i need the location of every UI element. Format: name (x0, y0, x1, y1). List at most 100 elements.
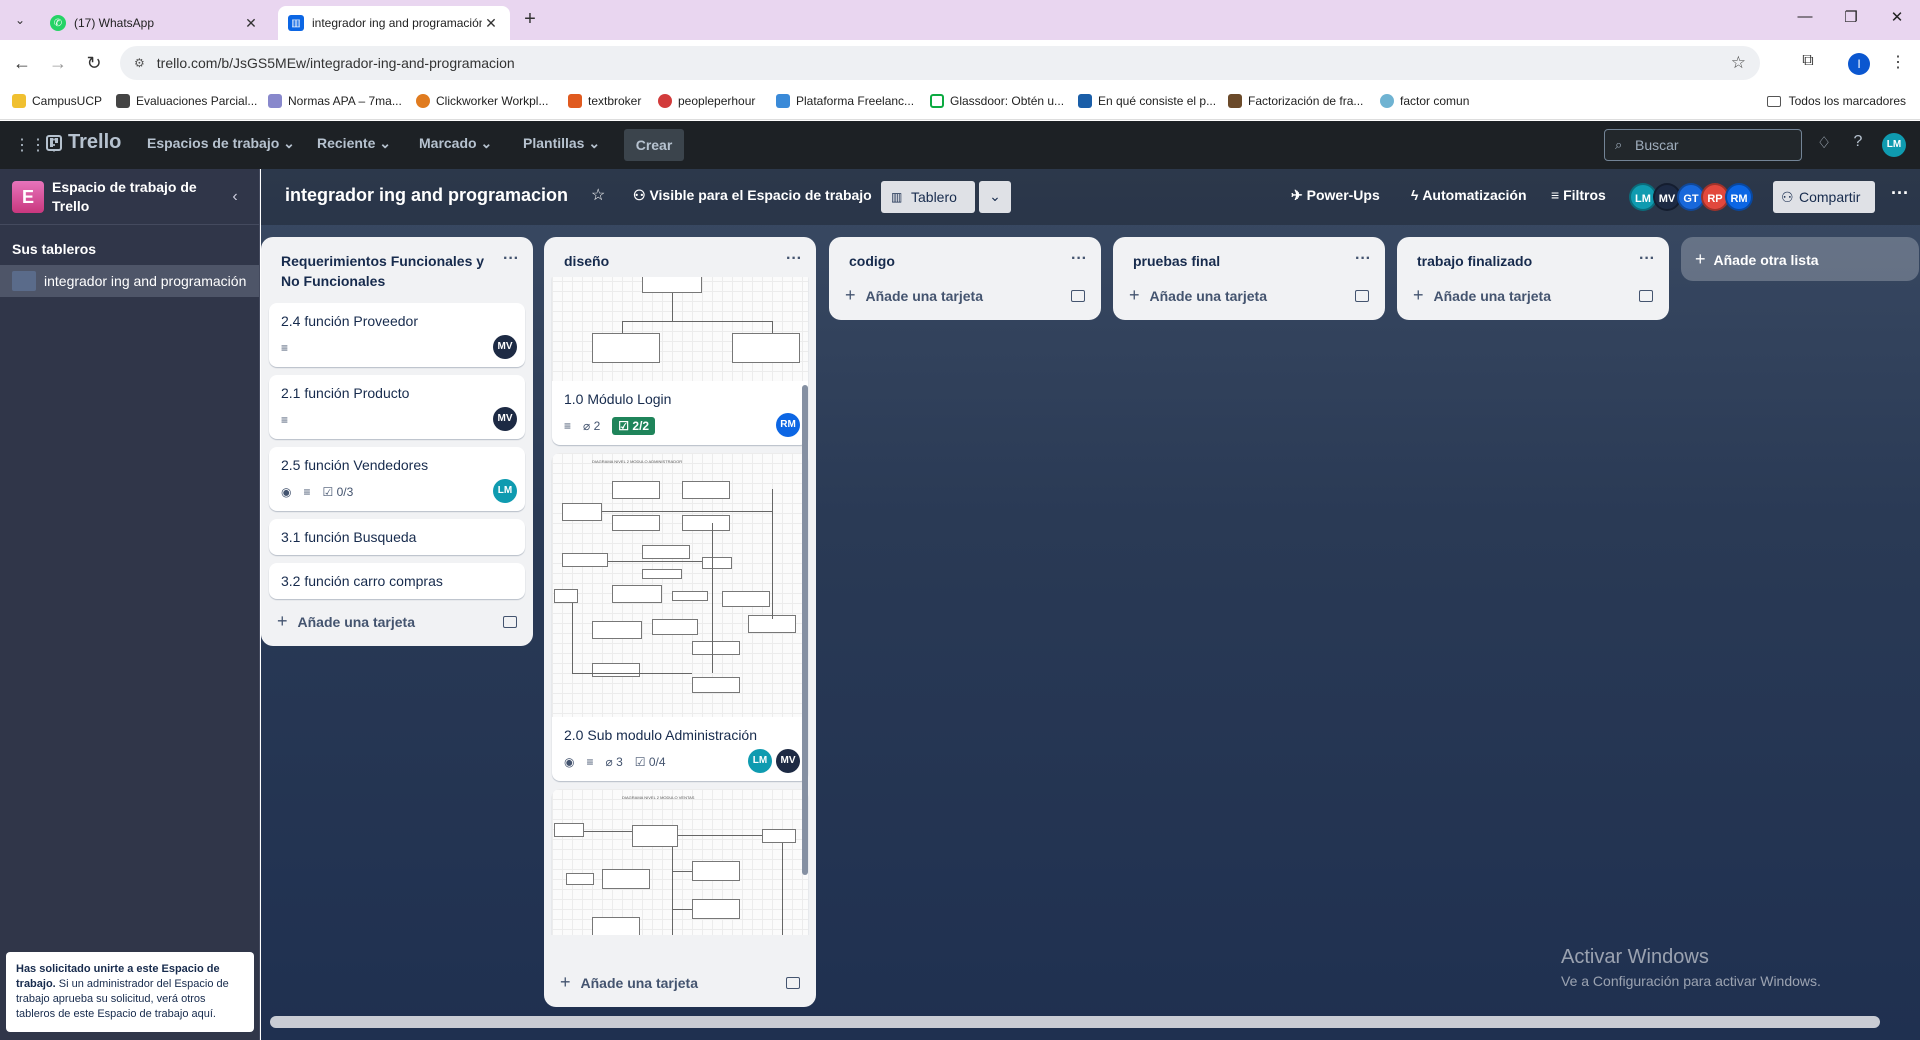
view-switcher-chevron-icon[interactable]: ⌄ (979, 181, 1011, 213)
card[interactable]: DIAGRAMA NIVEL 2 MODULO ADMINISTRADOR 2.… (552, 453, 808, 781)
member-avatar[interactable]: LM (493, 479, 517, 503)
member-avatar[interactable]: RM (1725, 183, 1753, 211)
menu-starred[interactable]: Marcado ⌄ (419, 135, 492, 152)
filters-button[interactable]: ≡ Filtros (1551, 187, 1606, 203)
bookmark-item[interactable]: Plataforma Freelanc... (776, 94, 914, 108)
list-title[interactable]: codigo (849, 251, 1071, 271)
user-avatar[interactable]: LM (1882, 133, 1906, 157)
notifications-icon[interactable]: ♢ (1812, 133, 1836, 157)
bookmark-item[interactable]: Normas APA – 7ma... (268, 94, 402, 108)
url-input[interactable]: ⚙ trello.com/b/JsGS5MEw/integrador-ing-a… (120, 46, 1760, 80)
sidebar-board-item[interactable]: integrador ing and programación (0, 265, 259, 297)
reload-icon[interactable]: ↻ (82, 52, 106, 76)
app-switcher-icon[interactable]: ⋮⋮⋮ (14, 135, 62, 155)
profile-avatar[interactable]: I (1848, 53, 1870, 75)
list-title[interactable]: trabajo finalizado (1417, 251, 1639, 271)
menu-recent[interactable]: Reciente ⌄ (317, 135, 391, 152)
close-tab-icon[interactable]: ✕ (242, 15, 260, 32)
bookmark-item[interactable]: Evaluaciones Parcial... (116, 94, 257, 108)
view-board-button[interactable]: ▥ Tablero (881, 181, 975, 213)
card[interactable]: 1.0 Módulo Login ≡ ⌀ 2 ☑ 2/2 RM (552, 277, 808, 445)
add-card-button[interactable]: + Añade una tarjeta (1397, 271, 1669, 320)
forward-icon[interactable]: → (46, 52, 70, 76)
close-tab-icon[interactable]: ✕ (482, 15, 500, 32)
menu-workspaces[interactable]: Espacios de trabajo ⌄ (147, 135, 295, 152)
menu-templates[interactable]: Plantillas ⌄ (523, 135, 600, 152)
board-horizontal-scrollbar[interactable] (270, 1016, 1880, 1028)
card-template-icon[interactable] (786, 976, 800, 989)
bookmark-item[interactable]: Glassdoor: Obtén u... (930, 94, 1064, 108)
add-card-button[interactable]: + Añade una tarjeta (1113, 271, 1385, 320)
diagram-node (692, 677, 740, 693)
share-button[interactable]: ⚇ Compartir (1773, 181, 1875, 213)
card-template-icon[interactable] (1071, 289, 1085, 302)
all-bookmarks-button[interactable]: Todos los marcadores (1766, 94, 1906, 108)
bookmark-star-icon[interactable]: ☆ (1731, 53, 1746, 73)
member-avatar[interactable]: MV (493, 407, 517, 431)
list-title[interactable]: Requerimientos Funcionales y No Funciona… (281, 251, 503, 291)
help-icon[interactable]: ? (1846, 133, 1870, 157)
add-list-button[interactable]: + Añade otra lista (1681, 237, 1919, 281)
card[interactable]: 2.4 función Proveedor ≡ MV (269, 303, 525, 367)
card[interactable]: 2.1 función Producto ≡ MV (269, 375, 525, 439)
star-icon[interactable]: ☆ (591, 185, 605, 205)
checklist-badge: ☑ 2/2 (612, 417, 656, 435)
back-icon[interactable]: ← (10, 52, 34, 76)
board-menu-icon[interactable]: ··· (1891, 183, 1909, 204)
minimize-icon[interactable]: — (1782, 8, 1828, 25)
card-template-icon[interactable] (1355, 289, 1369, 302)
list-menu-icon[interactable]: ··· (786, 251, 802, 267)
site-info-icon[interactable]: ⚙ (134, 56, 145, 70)
list-scrollbar[interactable] (802, 385, 808, 875)
card-template-icon[interactable] (503, 615, 517, 628)
tab-whatsapp[interactable]: ✆ (17) WhatsApp ✕ (40, 6, 270, 40)
close-window-icon[interactable]: ✕ (1874, 8, 1920, 26)
automation-button[interactable]: ϟ Automatización (1411, 187, 1527, 203)
search-input[interactable]: ⌕ Buscar (1604, 129, 1802, 161)
bookmark-item[interactable]: CampusUCP (12, 94, 102, 108)
list-menu-icon[interactable]: ··· (1355, 251, 1371, 267)
list-cards-scroll[interactable]: 1.0 Módulo Login ≡ ⌀ 2 ☑ 2/2 RM DIAGRAMA… (544, 277, 816, 935)
list-title[interactable]: pruebas final (1133, 251, 1355, 271)
new-tab-button[interactable]: + (518, 8, 542, 32)
card[interactable]: 3.1 función Busqueda (269, 519, 525, 555)
diagram-node (592, 621, 642, 639)
card[interactable]: DIAGRAMA NIVEL 2 MODULO VENTAS (552, 789, 808, 935)
powerups-button[interactable]: ✈ Power-Ups (1291, 187, 1380, 204)
bookmark-item[interactable]: factor comun (1380, 94, 1469, 108)
collapse-sidebar-icon[interactable]: ‹ (223, 188, 247, 206)
bookmark-item[interactable]: peopleperhour (658, 94, 755, 108)
member-avatar[interactable]: RM (776, 413, 800, 437)
restore-icon[interactable]: ❐ (1828, 8, 1874, 26)
member-avatar[interactable]: MV (493, 335, 517, 359)
card-template-icon[interactable] (1639, 289, 1653, 302)
extensions-icon[interactable]: ⧉ (1796, 52, 1820, 76)
card[interactable]: 3.2 función carro compras (269, 563, 525, 599)
checklist-icon: ☑ (618, 419, 630, 433)
visibility-button[interactable]: ⚇ Visible para el Espacio de trabajo (633, 187, 872, 204)
browser-menu-icon[interactable]: ⋮ (1886, 52, 1910, 76)
bookmark-item[interactable]: Factorización de fra... (1228, 94, 1363, 108)
add-card-button[interactable]: + Añade una tarjeta (829, 271, 1101, 320)
list-menu-icon[interactable]: ··· (503, 251, 519, 267)
workspace-logo[interactable]: E (12, 180, 44, 213)
workspace-name[interactable]: Espacio de trabajo de Trello (52, 178, 202, 216)
list-menu-icon[interactable]: ··· (1071, 251, 1087, 267)
add-card-button[interactable]: + Añade una tarjeta (544, 960, 816, 1007)
member-avatar[interactable]: LM (748, 749, 772, 773)
add-card-button[interactable]: + Añade una tarjeta (261, 599, 533, 646)
diagram-connector (608, 561, 702, 562)
bookmark-item[interactable]: En qué consiste el p... (1078, 94, 1216, 108)
bookmark-item[interactable]: textbroker (568, 94, 641, 108)
tab-search-chevron-icon[interactable]: ⌄ (8, 8, 32, 32)
bookmark-item[interactable]: Clickworker Workpl... (416, 94, 548, 108)
member-avatar[interactable]: MV (776, 749, 800, 773)
card[interactable]: 2.5 función Vendedores ◉ ≡ ☑ 0/3 LM (269, 447, 525, 511)
tab-trello[interactable]: ▥ integrador ing and programación ✕ (278, 6, 510, 40)
list-menu-icon[interactable]: ··· (1639, 251, 1655, 267)
create-button[interactable]: Crear (624, 129, 684, 161)
sidebar-board-label: integrador ing and programación (44, 273, 247, 289)
trello-logo[interactable]: Trello (46, 131, 121, 154)
list-title[interactable]: diseño (564, 251, 786, 271)
board-title[interactable]: integrador ing and programacion (285, 185, 568, 206)
